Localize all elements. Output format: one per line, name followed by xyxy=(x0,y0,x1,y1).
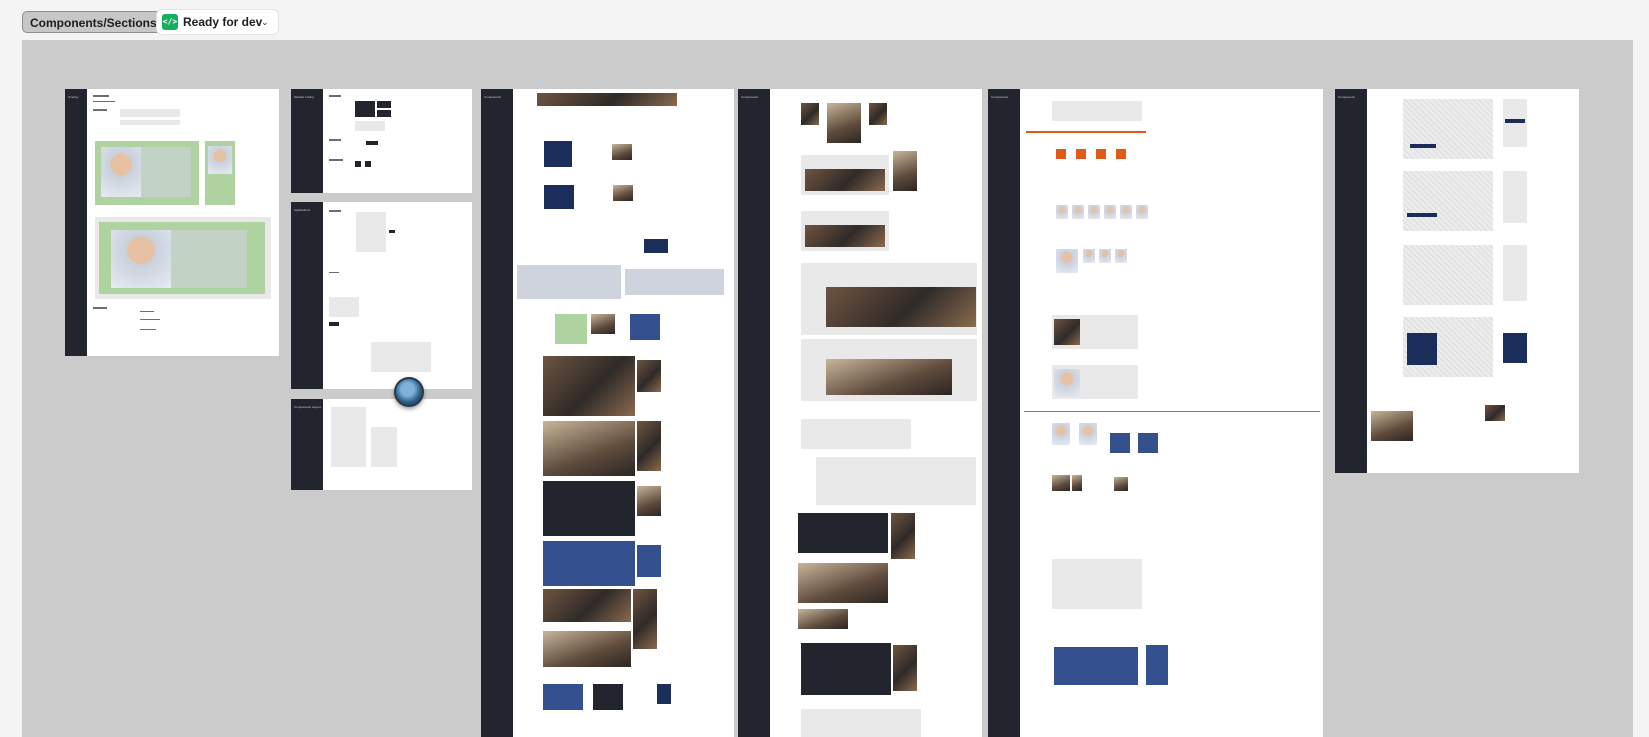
frame-title: Sidebar Listing xyxy=(294,95,314,99)
frame-overlay[interactable]: Overlay xyxy=(65,89,279,356)
frame-sidebar-listing[interactable]: Sidebar Listing xyxy=(291,89,472,193)
frame-title: Components xyxy=(1338,95,1356,99)
frame-sidebar: Components Layout xyxy=(291,399,323,490)
section-canvas[interactable]: Overlay Sidebar Listing Applications Com… xyxy=(22,40,1633,737)
frame-title: Components xyxy=(991,95,1009,99)
frame-sidebar: Components xyxy=(988,89,1020,737)
frame-components-heroes[interactable]: Components xyxy=(481,89,734,737)
section-name-tag[interactable]: Components/Sections xyxy=(22,11,165,33)
frame-sidebar: Components xyxy=(481,89,513,737)
frame-components-layout[interactable]: Components Layout xyxy=(291,399,472,490)
status-dropdown[interactable]: </> Ready for dev ⌄ xyxy=(157,10,278,34)
frame-sidebar: Overlay xyxy=(65,89,87,356)
status-label: Ready for dev xyxy=(183,15,263,29)
frame-title: Overlay xyxy=(68,95,79,99)
frame-sidebar: Applications xyxy=(291,202,323,389)
frame-components-maps[interactable]: Components xyxy=(1335,89,1579,473)
frame-components-people[interactable]: Components xyxy=(988,89,1323,737)
frame-sidebar: Components xyxy=(1335,89,1367,473)
frame-title: Components xyxy=(741,95,759,99)
code-brackets-icon: </> xyxy=(162,14,178,30)
frame-sidebar: Sidebar Listing xyxy=(291,89,323,193)
chevron-down-icon: ⌄ xyxy=(261,17,269,27)
collaborator-avatar xyxy=(394,377,424,407)
top-bar: Components/Sections </> Ready for dev ⌄ xyxy=(0,0,1649,40)
frame-title: Applications xyxy=(294,208,311,212)
frame-components-media[interactable]: Components xyxy=(738,89,982,737)
frame-sidebar: Components xyxy=(738,89,770,737)
frame-title: Components xyxy=(484,95,502,99)
frame-applications[interactable]: Applications xyxy=(291,202,472,389)
frame-title: Components Layout xyxy=(294,405,321,409)
